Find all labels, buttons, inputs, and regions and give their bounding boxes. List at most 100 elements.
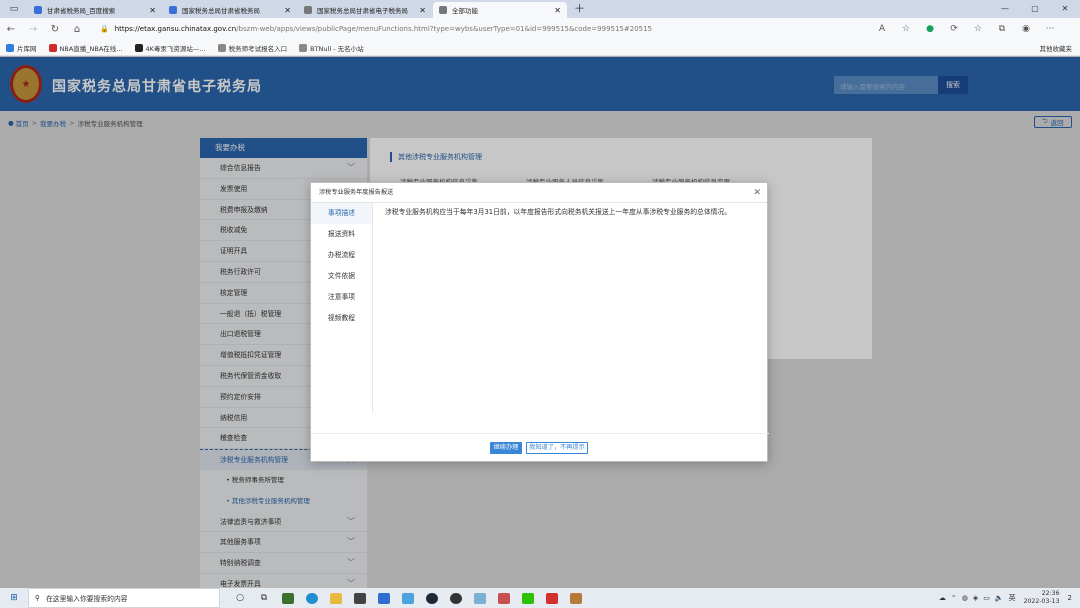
dialog-description: 涉税专业服务机构应当于每年3月31日前，以年度报告形式向税务机关报送上一年度从事… (385, 208, 732, 216)
refresh-extension-icon[interactable]: ⟳ (942, 24, 966, 34)
bookmark-favicon-icon (217, 43, 226, 52)
other-bookmarks-label: 其他收藏夹 (1039, 44, 1073, 53)
add-favorite-icon[interactable]: ☆ (894, 24, 918, 34)
file-explorer-icon[interactable] (324, 588, 348, 608)
extension-icon[interactable]: ● (918, 24, 942, 34)
bookmark-item[interactable]: 税务师考试报名入口 (217, 43, 288, 53)
app-icon[interactable] (444, 588, 468, 608)
minimize-icon[interactable]: — (990, 0, 1020, 18)
address-bar-row: ← → ↻ ⌂ 🔒 https://etax.gansu.chinatax.go… (0, 18, 1080, 40)
bookmark-label: NBA直播_NBA在线... (59, 44, 123, 53)
bookmark-favicon-icon (134, 43, 143, 52)
dialog-nav-item[interactable]: 视频教程 (311, 308, 372, 329)
dismiss-button[interactable]: 我知道了，不再提示 (526, 442, 588, 454)
new-tab-icon[interactable]: ＋ (574, 2, 585, 18)
maximize-icon[interactable]: ▢ (1020, 0, 1050, 18)
dialog-title: 涉税专业服务年度报告报送 (319, 189, 394, 196)
tab-label: 国家税务总局甘肃省税务局 (182, 7, 260, 15)
weather-icon[interactable]: ☁ (939, 594, 946, 602)
dialog-nav-item[interactable]: 注意事项 (311, 287, 372, 308)
app-icon[interactable] (564, 588, 588, 608)
tab-favicon-icon (34, 6, 42, 14)
bookmark-item[interactable]: BTNull - 无名小站 (299, 43, 364, 53)
wechat-icon[interactable] (516, 588, 540, 608)
bookmarks-bar: 片库网 NBA直播_NBA在线... 4K毒汞飞资源站—... 税务师考试报名入口 BT… (0, 40, 1080, 56)
tab-actions-icon[interactable]: ▭ (0, 0, 28, 18)
bookmark-favicon-icon (6, 43, 14, 52)
taskbar-search-input[interactable]: ⚲ 在这里输入你要搜索的内容 (28, 588, 220, 608)
close-tab-icon[interactable]: ✕ (554, 6, 561, 15)
tab-favicon-icon (304, 6, 312, 14)
app-tray-icon[interactable]: ◍ (962, 594, 968, 602)
browser-tab[interactable]: 全部功能 ✕ (433, 2, 567, 18)
tab-label: 国家税务总局甘肃省电子税务局 (317, 7, 408, 15)
browser-tab[interactable]: 国家税务总局甘肃省税务局 ✕ (163, 2, 297, 18)
bookmark-item[interactable]: 片库网 (6, 43, 37, 53)
url-host: https://etax.gansu.chinatax.gov.cn (114, 25, 237, 33)
bookmark-favicon-icon (48, 43, 57, 52)
tab-favicon-icon (169, 6, 177, 14)
steam-icon[interactable] (420, 588, 444, 608)
window-controls: — ▢ ✕ (990, 0, 1080, 18)
clock-time: 22:36 (1041, 590, 1060, 597)
network-icon[interactable]: ▭ (983, 594, 990, 602)
collections-icon[interactable]: ⧉ (990, 24, 1014, 34)
back-arrow-icon[interactable]: ← (0, 24, 22, 35)
app-icon[interactable] (492, 588, 516, 608)
app-icon[interactable] (468, 588, 492, 608)
task-view-icon[interactable]: ⧉ (252, 588, 276, 608)
dialog-nav-item[interactable]: 事项描述 (311, 203, 372, 224)
mail-icon[interactable] (372, 588, 396, 608)
input-method-indicator[interactable]: 英 (1009, 593, 1016, 603)
close-icon[interactable]: ✕ (753, 183, 761, 203)
app-icon[interactable] (276, 588, 300, 608)
dialog-nav-item[interactable]: 办税流程 (311, 245, 372, 266)
read-aloud-icon[interactable]: A (870, 24, 894, 34)
dialog-nav-item[interactable]: 文件依据 (311, 266, 372, 287)
windows-start-icon[interactable]: ⊞ (0, 593, 28, 603)
notification-count[interactable]: 2 (1068, 594, 1072, 602)
bookmark-label: 税务师考试报名入口 (228, 44, 288, 53)
refresh-icon[interactable]: ↻ (44, 24, 66, 35)
edge-browser-icon[interactable] (300, 588, 324, 608)
wps-icon[interactable] (540, 588, 564, 608)
bookmark-item[interactable]: 4K毒汞飞资源站—... (134, 43, 206, 53)
url-path: /bszm-web/apps/views/publicPage/menuFunc… (236, 25, 653, 33)
continue-button[interactable]: 继续办理 (490, 442, 522, 454)
browser-tab[interactable]: 国家税务总局甘肃省电子税务局 ✕ (298, 2, 432, 18)
url-field[interactable]: 🔒 https://etax.gansu.chinatax.gov.cn/bsz… (96, 21, 852, 37)
other-bookmarks[interactable]: 其他收藏夹 (1040, 43, 1073, 53)
dialog-footer: 继续办理 我知道了，不再提示 (311, 433, 769, 463)
search-icon: ⚲ (35, 594, 40, 602)
browser-tab-strip: ▭ 甘肃省税务局_百度搜索 ✕ 国家税务总局甘肃省税务局 ✕ 国家税务总局甘肃省电子税务… (0, 0, 1080, 18)
close-tab-icon[interactable]: ✕ (419, 6, 426, 15)
bookmark-label: BTNull - 无名小站 (310, 44, 364, 53)
forward-arrow-icon[interactable]: → (22, 24, 44, 35)
close-tab-icon[interactable]: ✕ (284, 6, 291, 15)
home-icon[interactable]: ⌂ (66, 24, 88, 35)
dialog-nav-item[interactable]: 报送资料 (311, 224, 372, 245)
notice-dialog: 涉税专业服务年度报告报送 ✕ 事项描述 报送资料 办税流程 文件依据 注意事项 视频教程 … (310, 182, 769, 463)
cortana-icon[interactable]: ○ (228, 588, 252, 608)
app-icon[interactable] (396, 588, 420, 608)
clock-date: 2022-03-13 (1023, 598, 1060, 605)
more-menu-icon[interactable]: ⋯ (1038, 24, 1062, 34)
profile-avatar-icon[interactable]: ◉ (1014, 24, 1038, 34)
system-tray: ☁ ⌃ ◍ ◈ ▭ 🔈 英 22:36 2022-03-13 2 (934, 588, 1072, 608)
bookmark-label: 片库网 (17, 44, 37, 53)
close-tab-icon[interactable]: ✕ (149, 6, 156, 15)
favorites-icon[interactable]: ☆ (966, 24, 990, 34)
app-icon[interactable] (348, 588, 372, 608)
tab-favicon-icon (439, 6, 447, 14)
bookmark-favicon-icon (299, 43, 308, 52)
app-tray-icon[interactable]: ◈ (973, 594, 978, 602)
clock[interactable]: 22:36 2022-03-13 (1024, 590, 1060, 606)
dialog-nav: 事项描述 报送资料 办税流程 文件依据 注意事项 视频教程 (311, 203, 373, 413)
tab-label: 全部功能 (452, 7, 478, 15)
browser-tab[interactable]: 甘肃省税务局_百度搜索 ✕ (28, 2, 162, 18)
chevron-up-icon[interactable]: ⌃ (951, 594, 957, 602)
windows-taskbar: ⊞ ⚲ 在这里输入你要搜索的内容 ○ ⧉ (0, 588, 1080, 608)
close-window-icon[interactable]: ✕ (1050, 0, 1080, 18)
volume-icon[interactable]: 🔈 (995, 594, 1004, 602)
bookmark-item[interactable]: NBA直播_NBA在线... (48, 43, 123, 53)
